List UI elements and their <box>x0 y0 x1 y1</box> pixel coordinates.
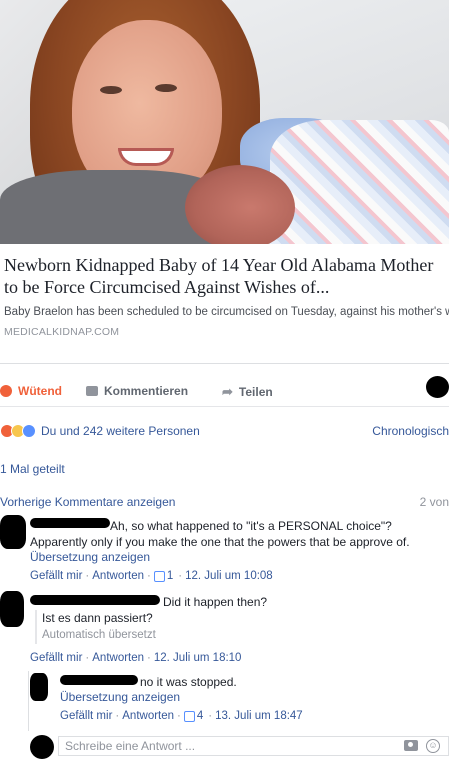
redacted-name[interactable] <box>60 675 138 685</box>
camera-icon[interactable] <box>404 740 418 751</box>
reply-link[interactable]: Antworten <box>92 652 144 664</box>
comment-label: Kommentieren <box>104 384 189 398</box>
reply-link[interactable]: Antworten <box>92 570 144 582</box>
reactions-summary: Du und 242 weitere Personen Chronologisc… <box>0 421 449 441</box>
like-thumb-icon <box>183 710 195 722</box>
auto-translation: Ist es dann passiert? Automatisch überse… <box>35 610 156 644</box>
action-bar: Wütend Kommentieren ➦ Teilen <box>0 377 449 407</box>
redacted-name[interactable] <box>30 595 160 605</box>
shared-count[interactable]: 1 Mal geteilt <box>0 462 65 476</box>
blanket <box>270 120 449 244</box>
link-domain: MEDICALKIDNAP.COM <box>4 326 120 338</box>
translation-text: Ist es dann passiert? <box>42 611 153 625</box>
eye <box>100 86 122 94</box>
timestamp[interactable]: 13. Juli um 18:47 <box>215 710 303 722</box>
like-link[interactable]: Gefällt mir <box>60 710 112 722</box>
link-preview[interactable]: Newborn Kidnapped Baby of 14 Year Old Al… <box>0 244 449 364</box>
reply-link[interactable]: Antworten <box>122 710 174 722</box>
eye <box>155 84 177 92</box>
baby <box>185 165 295 244</box>
comments-count: 2 von <box>419 495 449 509</box>
reactions-text[interactable]: Du und 242 weitere Personen <box>41 424 200 438</box>
reply-thread-line <box>28 671 29 731</box>
sort-chronological[interactable]: Chronologisch <box>372 424 449 438</box>
previous-comments-link[interactable]: Vorherige Kommentare anzeigen <box>0 495 175 509</box>
my-avatar <box>30 735 54 759</box>
translate-link[interactable]: Übersetzung anzeigen <box>60 690 180 704</box>
share-button[interactable]: ➦ Teilen <box>222 384 273 400</box>
avatar[interactable] <box>30 673 48 701</box>
reply-box[interactable]: ☺ <box>58 736 449 756</box>
comment-text: Apparently only if you make the one that… <box>30 535 410 549</box>
comment-button[interactable]: Kommentieren <box>86 384 188 398</box>
react-button[interactable]: Wütend <box>0 384 62 398</box>
link-title[interactable]: Newborn Kidnapped Baby of 14 Year Old Al… <box>4 254 449 298</box>
comment-text: no it was stopped. <box>140 675 237 689</box>
comment-text: Did it happen then? <box>163 595 268 609</box>
comment-meta: Gefällt mir · Antworten · 4 · 13. Juli u… <box>60 710 303 722</box>
link-description: Baby Braelon has been scheduled to be ci… <box>4 306 449 318</box>
angry-reaction-icon <box>0 385 12 397</box>
comment-meta: Gefällt mir · Antworten · 12. Juli um 18… <box>30 652 242 664</box>
like-link[interactable]: Gefällt mir <box>30 652 82 664</box>
emoji-icon[interactable]: ☺ <box>426 739 440 753</box>
translate-link[interactable]: Übersetzung anzeigen <box>30 550 150 564</box>
avatar[interactable] <box>0 591 24 627</box>
auto-translated-label: Automatisch übersetzt <box>42 629 156 641</box>
timestamp[interactable]: 12. Juli um 18:10 <box>154 652 242 664</box>
article-photo[interactable] <box>0 0 449 244</box>
comment-meta: Gefällt mir · Antworten · 1 · 12. Juli u… <box>30 570 273 582</box>
like-thumb-icon <box>153 570 165 582</box>
share-icon: ➦ <box>222 384 233 399</box>
share-label: Teilen <box>238 385 273 399</box>
reply-input[interactable] <box>59 737 379 755</box>
like-count[interactable]: 4 <box>197 710 203 722</box>
redacted-name[interactable] <box>30 518 110 528</box>
avatar[interactable] <box>0 515 26 549</box>
like-link[interactable]: Gefällt mir <box>30 570 82 582</box>
react-label: Wütend <box>18 384 62 398</box>
comment-text: Ah, so what happened to "it's a PERSONAL… <box>110 519 392 533</box>
timestamp[interactable]: 12. Juli um 10:08 <box>185 570 273 582</box>
like-count[interactable]: 1 <box>167 570 173 582</box>
like-icon <box>22 424 36 438</box>
comment-icon <box>86 386 98 396</box>
redacted-avatar <box>426 376 449 398</box>
